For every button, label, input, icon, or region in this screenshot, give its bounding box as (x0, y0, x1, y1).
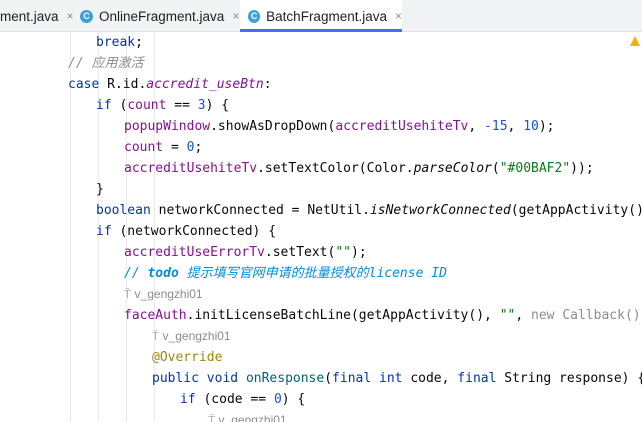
close-icon[interactable]: × (232, 9, 239, 23)
person-icon: ⍑ (208, 413, 219, 422)
inlay-author-hint[interactable]: ⍑ v_gengzhi01 (124, 284, 203, 305)
inlay-author-hint[interactable]: ⍑ v_gengzhi01 (152, 326, 231, 347)
code-line: // 应用激活 (68, 56, 144, 71)
java-class-icon: C (248, 9, 261, 23)
java-class-icon: C (80, 9, 93, 23)
close-icon[interactable]: × (67, 9, 74, 23)
tab-online-fragment[interactable]: C OnlineFragment.java × (80, 0, 240, 32)
code-line: if (code == 0) { (180, 392, 306, 407)
tab-label: OnlineFragment.java (99, 8, 225, 24)
code-line: if (networkConnected) { (96, 224, 277, 239)
tab-label: BatchFragment.java (266, 8, 387, 24)
code-line: public void onResponse(final int code, f… (152, 371, 642, 386)
person-icon: ⍑ (124, 287, 135, 301)
code-line: count = 0; (124, 140, 203, 155)
code-line: popupWindow.showAsDropDown(accreditUsehi… (124, 119, 555, 134)
code-line: boolean networkConnected = NetUtil.isNet… (96, 203, 642, 218)
code-line: faceAuth.initLicenseBatchLine(getAppActi… (124, 308, 641, 323)
code-line: accreditUseErrorTv.setText(""); (124, 245, 367, 260)
code-line: accreditUsehiteTv.setTextColor(Color.par… (124, 161, 594, 176)
editor-tab-bar: ment.java × C OnlineFragment.java × C Ba… (0, 0, 642, 32)
code-line: break; (96, 35, 143, 50)
close-icon[interactable]: × (395, 9, 402, 23)
code-line: case R.id.accredit_useBtn: (68, 77, 272, 92)
person-icon: ⍑ (152, 329, 163, 343)
code-line: @Override (152, 350, 223, 365)
code-line: // todo 提示填写官网申请的批量授权的license ID (124, 266, 447, 281)
tab-batch-fragment[interactable]: C BatchFragment.java × (240, 0, 402, 32)
inlay-author-hint[interactable]: ⍑ v_gengzhi01 (208, 410, 287, 422)
tab-ment-java[interactable]: ment.java × (0, 0, 74, 32)
code-line: if (count == 3) { (96, 98, 230, 113)
code-line: } (96, 182, 104, 197)
code-editor[interactable]: break; // 应用激活 case R.id.accredit_useBtn… (0, 32, 642, 422)
tab-label: ment.java (0, 8, 59, 24)
